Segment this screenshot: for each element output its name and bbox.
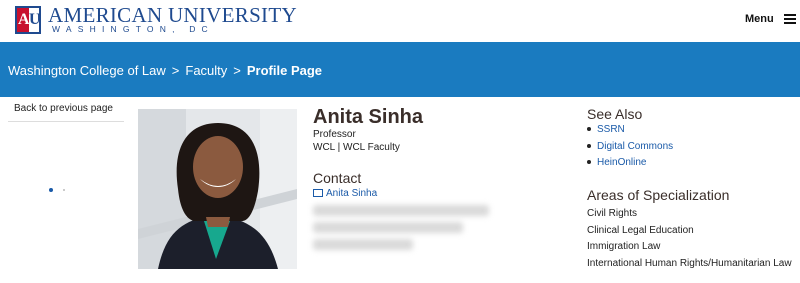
- hamburger-icon[interactable]: [784, 14, 796, 24]
- carousel-dot-active[interactable]: [49, 188, 53, 192]
- breadcrumb: Washington College of Law > Faculty > Profil…: [8, 63, 322, 78]
- envelope-icon: [313, 189, 323, 197]
- profile-photo: [138, 109, 297, 269]
- contact-link-label: Anita Sinha: [326, 188, 378, 199]
- site-header: A U AMERICAN UNIVERSITY WASHINGTON, DC M…: [0, 0, 800, 42]
- chevron-right-icon: >: [171, 63, 180, 78]
- carousel-dot[interactable]: [63, 189, 65, 191]
- menu-button-label[interactable]: Menu: [745, 13, 774, 25]
- specialization-list: Civil Rights Clinical Legal Education Im…: [587, 206, 792, 272]
- see-also-link-digital-commons[interactable]: Digital Commons: [587, 141, 673, 158]
- link-label: SSRN: [597, 124, 625, 135]
- see-also-link-ssrn[interactable]: SSRN: [587, 124, 673, 141]
- see-also-heading: See Also: [587, 106, 643, 122]
- logo-letter-a: A: [18, 11, 30, 28]
- list-item: Clinical Legal Education: [587, 224, 694, 236]
- au-logo-mark[interactable]: A U: [15, 6, 41, 34]
- list-item: International Human Rights/Humanitarian …: [587, 257, 792, 269]
- logo-letter-u: U: [29, 11, 41, 28]
- profile-name: Anita Sinha: [313, 106, 424, 128]
- contact-email-link[interactable]: Anita Sinha: [313, 188, 377, 199]
- contact-heading: Contact: [313, 170, 362, 186]
- see-also-list: SSRN Digital Commons HeinOnline: [587, 124, 673, 174]
- link-label: Digital Commons: [597, 140, 674, 152]
- link-label: HeinOnline: [597, 157, 647, 168]
- breadcrumb-current: Profile Page: [246, 63, 323, 78]
- chevron-right-icon: >: [233, 63, 241, 78]
- breadcrumb-bar: Washington College of Law > Faculty > Profil…: [0, 42, 800, 97]
- see-also-link-heinonline[interactable]: HeinOnline: [587, 157, 673, 174]
- bullet-icon: [587, 127, 591, 131]
- logo-subtitle: WASHINGTON, DC: [52, 24, 214, 34]
- bullet-icon: [587, 143, 591, 148]
- bullet-icon: [587, 160, 591, 164]
- redacted-contact-info: [313, 205, 491, 255]
- divider: [8, 121, 124, 122]
- breadcrumb-item-faculty[interactable]: Faculty: [185, 63, 227, 78]
- specialization-heading: Areas of Specialization: [587, 187, 730, 203]
- back-to-previous-link[interactable]: Back to previous page: [14, 103, 113, 114]
- breadcrumb-item-wcl[interactable]: Washington College of Law: [8, 63, 166, 78]
- list-item: Immigration Law: [587, 241, 661, 252]
- profile-title: Professor: [313, 129, 356, 140]
- profile-department: WCL | WCL Faculty: [313, 142, 400, 153]
- list-item: Civil Rights: [587, 208, 638, 219]
